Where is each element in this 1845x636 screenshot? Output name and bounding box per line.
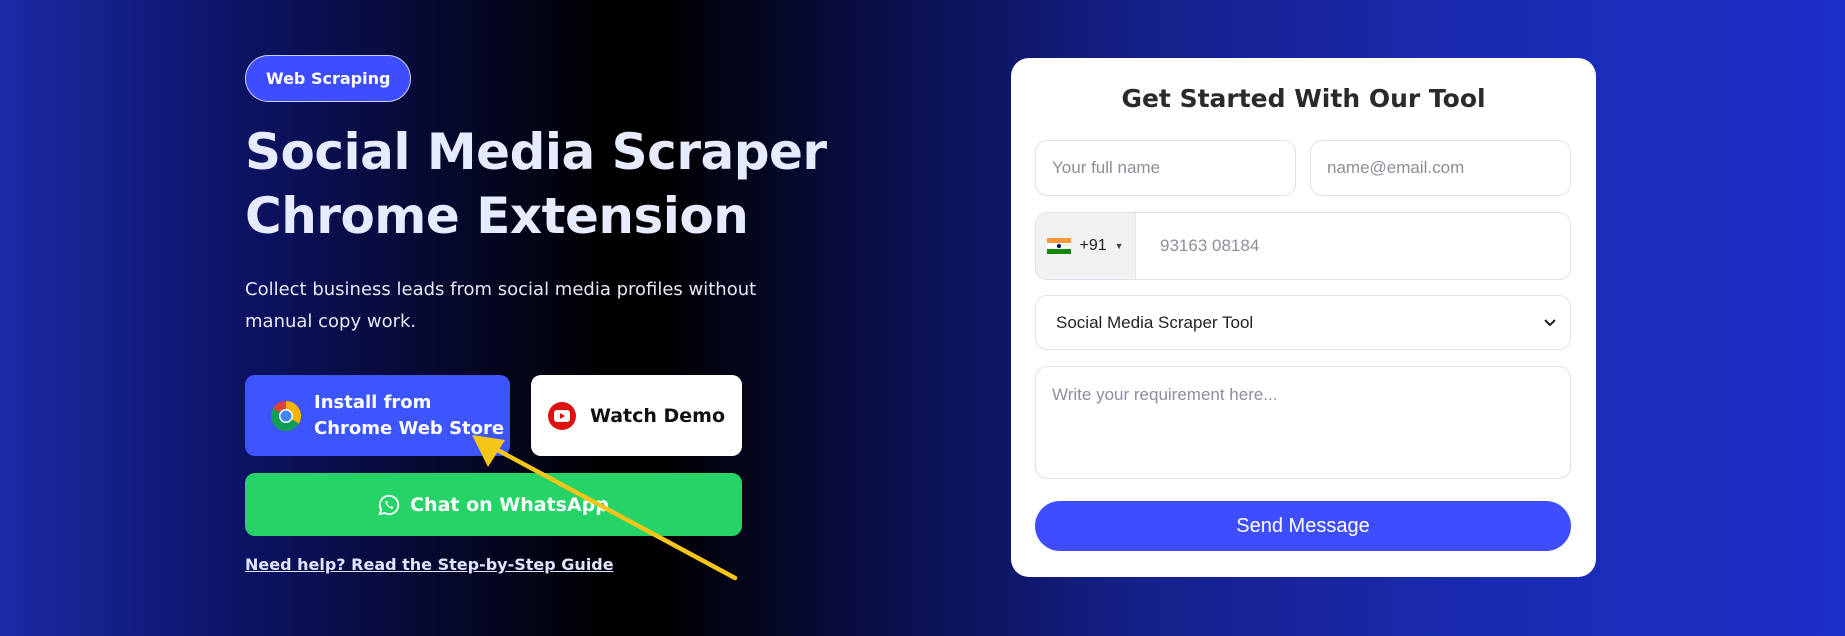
- whatsapp-label: Chat on WhatsApp: [410, 493, 609, 516]
- help-guide-link[interactable]: Need help? Read the Step-by-Step Guide: [245, 555, 614, 574]
- india-flag-icon: [1047, 238, 1072, 254]
- send-message-button[interactable]: Send Message: [1035, 501, 1571, 551]
- page-title: Social Media Scraper Chrome Extension: [245, 120, 865, 248]
- requirement-textarea[interactable]: Write your requirement here...: [1035, 366, 1571, 479]
- tool-select[interactable]: Social Media Scraper Tool: [1035, 295, 1571, 350]
- watch-demo-label: Watch Demo: [589, 404, 726, 427]
- title-line-2: Chrome Extension: [245, 187, 749, 245]
- chrome-icon: [270, 400, 302, 431]
- email-input[interactable]: name@email.com: [1310, 140, 1571, 196]
- country-code: +91: [1079, 237, 1107, 254]
- whatsapp-icon: [378, 494, 400, 515]
- install-label-line2: Chrome Web Store: [314, 417, 505, 439]
- hero-subtitle: Collect business leads from social media…: [245, 279, 757, 332]
- tool-select-value: Social Media Scraper Tool: [1056, 312, 1254, 332]
- form-title: Get Started With Our Tool: [1121, 84, 1486, 113]
- country-code-selector[interactable]: +91 ▼: [1036, 213, 1136, 279]
- phone-field[interactable]: +91 ▼ 93163 08184: [1035, 212, 1571, 280]
- requirement-placeholder: Write your requirement here...: [1052, 385, 1278, 404]
- caret-down-icon: ▼: [1114, 241, 1124, 251]
- whatsapp-chat-button[interactable]: Chat on WhatsApp: [245, 473, 742, 536]
- category-badge: Web Scraping: [245, 55, 412, 102]
- full-name-placeholder: Your full name: [1052, 158, 1161, 177]
- phone-placeholder: 93163 08184: [1160, 236, 1260, 255]
- watch-demo-button[interactable]: Watch Demo: [531, 375, 742, 456]
- chevron-down-icon: [1544, 318, 1556, 326]
- title-line-1: Social Media Scraper: [245, 123, 827, 181]
- signup-form-card: Get Started With Our Tool Your full name…: [1011, 58, 1596, 577]
- full-name-input[interactable]: Your full name: [1035, 140, 1296, 196]
- email-placeholder: name@email.com: [1327, 158, 1465, 177]
- install-label-line1: Install from: [314, 391, 432, 413]
- install-label: Install from Chrome Web Store: [314, 390, 504, 442]
- youtube-icon: [547, 401, 576, 430]
- install-chrome-button[interactable]: Install from Chrome Web Store: [245, 375, 510, 456]
